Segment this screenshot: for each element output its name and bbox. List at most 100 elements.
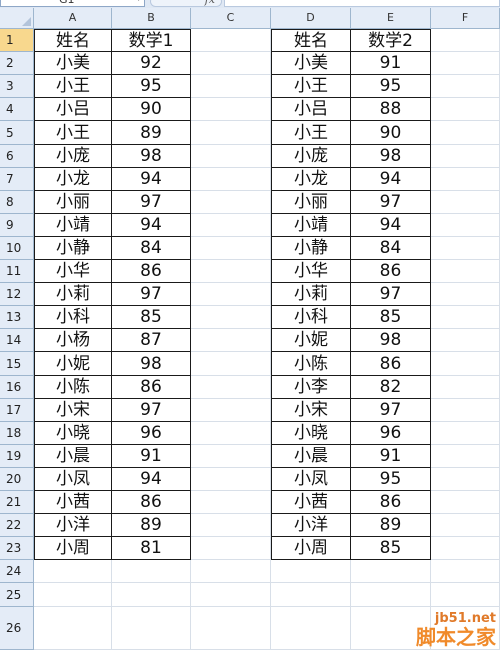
score-cell[interactable]: 86 (112, 260, 191, 283)
score-cell[interactable]: 92 (112, 52, 191, 75)
score-cell[interactable]: 90 (351, 121, 431, 145)
name-cell[interactable]: 小凤 (34, 468, 112, 491)
row-header[interactable]: 12 (0, 283, 34, 306)
cell[interactable] (191, 491, 271, 514)
cell[interactable] (271, 560, 351, 583)
row-header[interactable]: 5 (0, 121, 34, 145)
header-cell[interactable]: 数学2 (351, 29, 431, 52)
row-header[interactable]: 15 (0, 352, 34, 376)
cell[interactable] (191, 121, 271, 145)
score-cell[interactable]: 88 (351, 98, 431, 121)
insert-function-button[interactable]: fx (150, 0, 222, 7)
name-cell[interactable]: 小王 (271, 75, 351, 98)
score-cell[interactable]: 86 (351, 352, 431, 376)
name-cell[interactable]: 小龙 (34, 168, 112, 191)
score-cell[interactable]: 85 (351, 306, 431, 329)
name-cell[interactable]: 小茜 (271, 491, 351, 514)
row-header[interactable]: 1 (0, 29, 34, 52)
cell[interactable] (431, 168, 500, 191)
cell[interactable] (191, 283, 271, 306)
name-cell[interactable]: 小宋 (271, 399, 351, 422)
score-cell[interactable]: 90 (112, 98, 191, 121)
cell[interactable] (191, 306, 271, 329)
score-cell[interactable]: 97 (112, 399, 191, 422)
score-cell[interactable]: 98 (112, 352, 191, 376)
cell[interactable] (191, 214, 271, 237)
cell[interactable] (351, 560, 431, 583)
column-header-f[interactable]: F (431, 8, 500, 28)
cell[interactable] (431, 491, 500, 514)
cell[interactable] (191, 145, 271, 168)
row-header[interactable]: 3 (0, 75, 34, 98)
score-cell[interactable]: 89 (112, 121, 191, 145)
score-cell[interactable]: 97 (351, 283, 431, 306)
name-cell[interactable]: 小庞 (271, 145, 351, 168)
name-cell[interactable]: 小王 (271, 121, 351, 145)
row-header[interactable]: 9 (0, 214, 34, 237)
cell[interactable] (112, 583, 191, 607)
name-cell[interactable]: 小静 (271, 237, 351, 260)
cell[interactable] (191, 607, 271, 650)
row-header[interactable]: 4 (0, 98, 34, 121)
row-header[interactable]: 6 (0, 145, 34, 168)
cell[interactable] (431, 98, 500, 121)
name-cell[interactable]: 小龙 (271, 168, 351, 191)
cell[interactable] (431, 29, 500, 52)
cell[interactable] (431, 422, 500, 445)
name-cell[interactable]: 小丽 (271, 191, 351, 214)
score-cell[interactable]: 98 (112, 145, 191, 168)
row-header[interactable]: 7 (0, 168, 34, 191)
cell[interactable] (191, 560, 271, 583)
column-header-b[interactable]: B (112, 8, 191, 28)
name-cell[interactable]: 小王 (34, 121, 112, 145)
score-cell[interactable]: 98 (351, 145, 431, 168)
row-header[interactable]: 17 (0, 399, 34, 422)
row-header[interactable]: 25 (0, 583, 34, 607)
cell[interactable] (431, 52, 500, 75)
cell[interactable] (191, 445, 271, 468)
cell[interactable] (112, 607, 191, 650)
score-cell[interactable]: 91 (351, 52, 431, 75)
row-header[interactable]: 16 (0, 376, 34, 399)
name-cell[interactable]: 小妮 (271, 329, 351, 352)
cell[interactable] (431, 75, 500, 98)
name-cell[interactable]: 小靖 (34, 214, 112, 237)
name-cell[interactable]: 小妮 (34, 352, 112, 376)
header-cell[interactable]: 数学1 (112, 29, 191, 52)
cell[interactable] (191, 237, 271, 260)
cell[interactable] (191, 422, 271, 445)
score-cell[interactable]: 84 (112, 237, 191, 260)
cell[interactable] (191, 98, 271, 121)
cell[interactable] (431, 121, 500, 145)
score-cell[interactable]: 86 (351, 260, 431, 283)
name-cell[interactable]: 小华 (271, 260, 351, 283)
name-cell[interactable]: 小美 (271, 52, 351, 75)
score-cell[interactable]: 86 (351, 491, 431, 514)
name-cell[interactable]: 小杨 (34, 329, 112, 352)
score-cell[interactable]: 97 (351, 191, 431, 214)
name-cell[interactable]: 小李 (271, 376, 351, 399)
cell[interactable] (191, 260, 271, 283)
score-cell[interactable]: 85 (112, 306, 191, 329)
cell[interactable] (191, 537, 271, 560)
name-cell[interactable]: 小陈 (34, 376, 112, 399)
score-cell[interactable]: 94 (112, 214, 191, 237)
name-box[interactable]: G1 ▾ (0, 0, 145, 7)
score-cell[interactable]: 97 (112, 283, 191, 306)
cell[interactable] (191, 352, 271, 376)
name-cell[interactable]: 小王 (34, 75, 112, 98)
cell[interactable] (191, 583, 271, 607)
row-header[interactable]: 14 (0, 329, 34, 352)
row-header[interactable]: 10 (0, 237, 34, 260)
name-cell[interactable]: 小美 (34, 52, 112, 75)
row-header[interactable]: 26 (0, 607, 34, 650)
cell[interactable] (191, 329, 271, 352)
name-cell[interactable]: 小莉 (34, 283, 112, 306)
cell[interactable] (191, 468, 271, 491)
score-cell[interactable]: 81 (112, 537, 191, 560)
score-cell[interactable]: 94 (112, 168, 191, 191)
cell[interactable] (191, 376, 271, 399)
name-cell[interactable]: 小茜 (34, 491, 112, 514)
cell[interactable] (431, 514, 500, 537)
name-cell[interactable]: 小丽 (34, 191, 112, 214)
